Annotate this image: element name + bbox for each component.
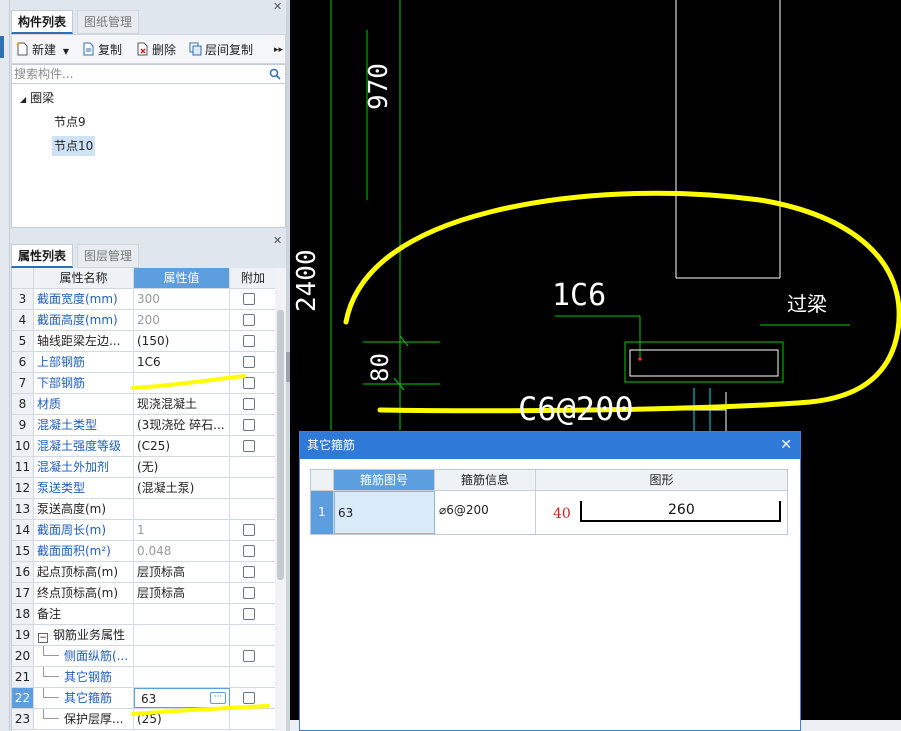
row-number-header: [311, 470, 334, 491]
column-header-shape-no: 箍筋图号: [334, 470, 435, 491]
shape-no-cell[interactable]: 63: [334, 491, 435, 534]
rebar-label: 1C6: [552, 278, 607, 313]
stirrup-table: 箍筋图号 箍筋信息 图形 1 63 ⌀6@200 40 260: [310, 469, 788, 535]
stirrup-label: C6@200: [518, 390, 634, 428]
cad-rebar-point: [638, 357, 642, 361]
shape-dim-main: 260: [668, 502, 695, 518]
shape-cell[interactable]: 40 260: [536, 491, 787, 534]
other-stirrup-dialog: 其它箍筋 ✕ 箍筋图号 箍筋信息 图形 1 63 ⌀6@200 40 260: [299, 431, 801, 731]
dialog-title: 其它箍筋: [307, 438, 356, 452]
cad-tick: [399, 335, 409, 347]
stirrup-info-cell[interactable]: ⌀6@200: [435, 491, 536, 534]
left-annotation-layer: [131, 374, 270, 716]
column-header-shape: 图形: [536, 470, 787, 491]
row-number[interactable]: 1: [311, 491, 334, 534]
column-header-info: 箍筋信息: [435, 470, 536, 491]
dimension-970-label: 970: [364, 63, 394, 110]
close-icon[interactable]: ✕: [780, 432, 792, 459]
lintel-label: 过梁: [787, 292, 827, 316]
dialog-titlebar[interactable]: 其它箍筋 ✕: [300, 432, 800, 459]
dimension-80-label: 80: [366, 353, 394, 382]
shape-dim-left: 40: [553, 506, 571, 522]
cad-beam-outline: [629, 349, 779, 377]
yellow-underline-stroke: [131, 374, 246, 390]
yellow-underline-stroke: [131, 704, 270, 716]
